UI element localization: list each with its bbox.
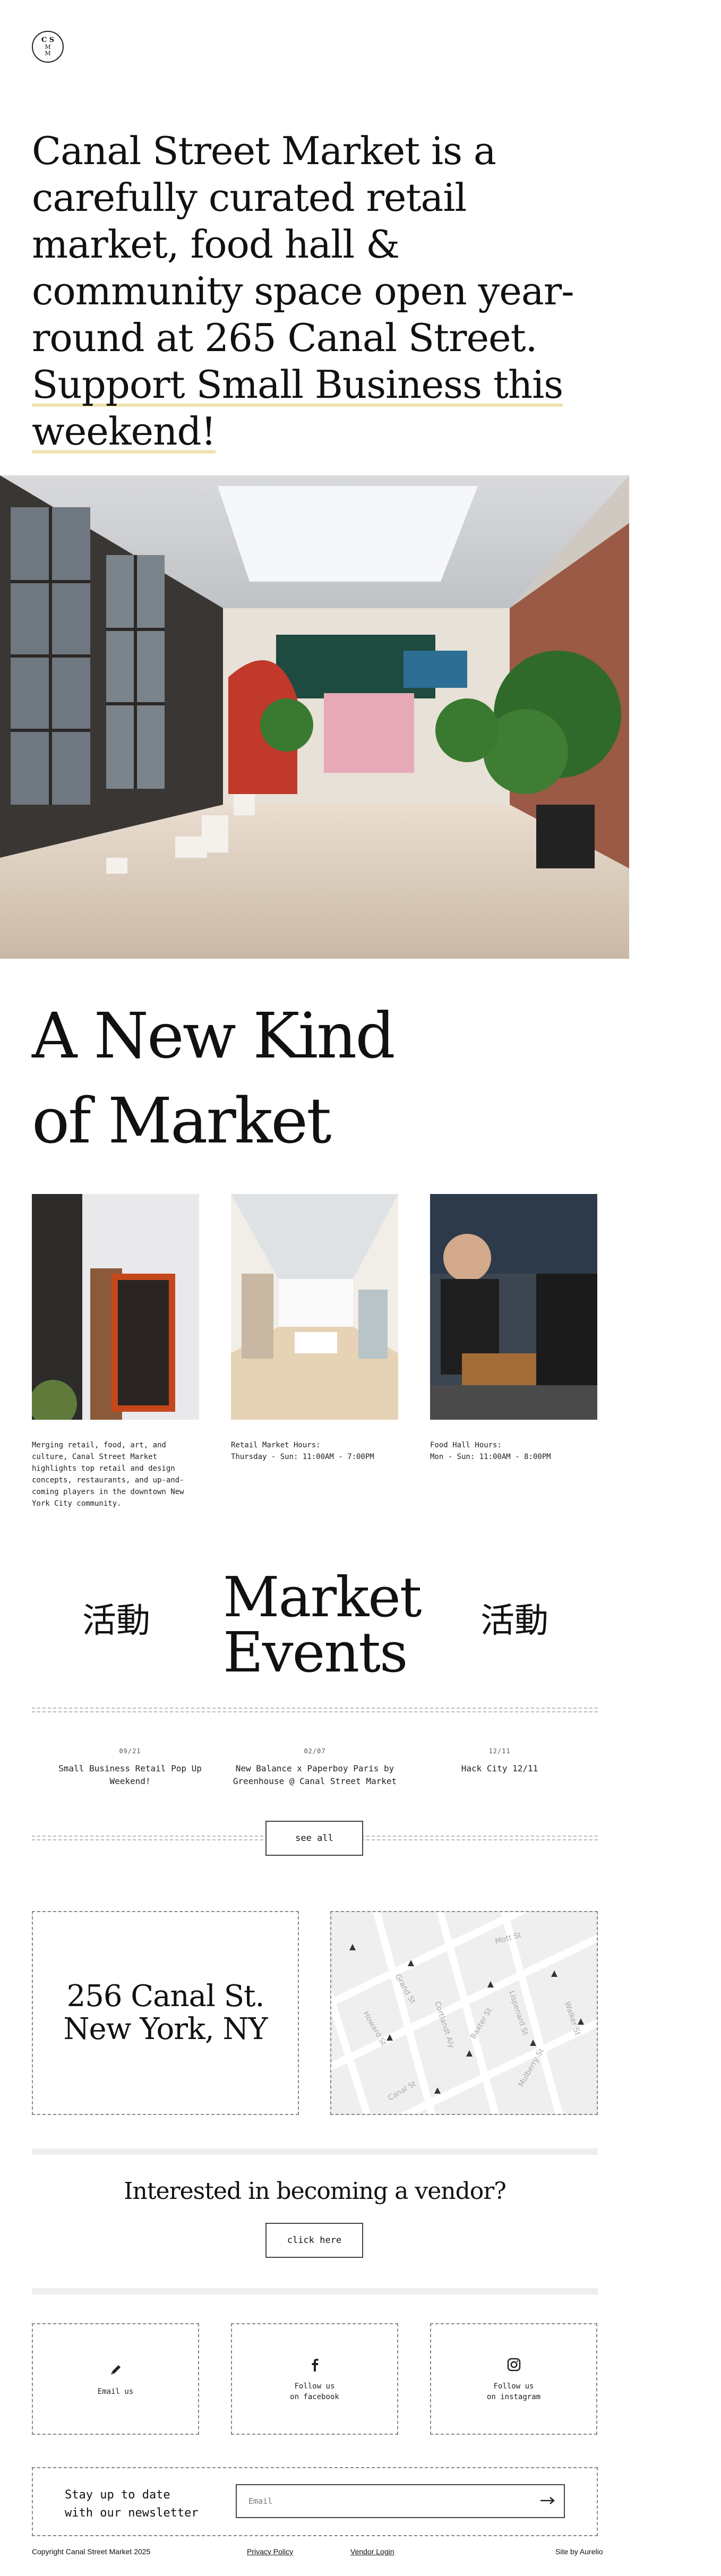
facebook-icon <box>307 2356 323 2374</box>
location-map[interactable]: Grand St Howard St Canal St Lispenard St… <box>330 1911 598 2115</box>
event-name[interactable]: New Balance x Paperboy Paris by Greenhou… <box>227 1762 402 1788</box>
retail-market-photo <box>231 1194 398 1420</box>
pencil-icon <box>108 2361 124 2379</box>
instagram-label-line2: on instagram <box>486 2393 541 2401</box>
retail-hours-label: Retail Market Hours: <box>231 1441 321 1449</box>
canal-street-sign-photo <box>32 1194 199 1420</box>
address-box: 256 Canal St. New York, NY <box>32 1911 299 2115</box>
email-us-link[interactable]: Email us <box>32 2323 199 2435</box>
retail-market-illustration <box>231 1194 398 1420</box>
hero-intro-text: Canal Street Market is a carefully curat… <box>32 127 611 455</box>
newsletter-input-wrapper <box>236 2484 565 2518</box>
event-name[interactable]: Small Business Retail Pop Up Weekend! <box>42 1762 218 1788</box>
facebook-label-line2: on facebook <box>290 2393 339 2401</box>
logo-letters-bottom: M <box>45 50 51 57</box>
food-hall-illustration <box>430 1194 597 1420</box>
address-line2: New York, NY <box>63 2012 268 2046</box>
site-credit-link[interactable]: Site by Aurelio <box>555 2547 603 2556</box>
event-item[interactable]: 12/11 Hack City 12/11 <box>412 1747 587 1775</box>
section-title-line2: of Market <box>32 1084 332 1157</box>
section-title: A New Kind of Market <box>32 993 396 1163</box>
event-date: 12/11 <box>488 1747 511 1755</box>
event-item[interactable]: 09/21 Small Business Retail Pop Up Weeke… <box>42 1747 218 1788</box>
become-vendor-button[interactable]: click here <box>265 2223 363 2258</box>
vendor-login-link[interactable]: Vendor Login <box>350 2547 394 2556</box>
newsletter-label-line1: Stay up to date <box>65 2488 170 2502</box>
instagram-icon <box>506 2356 522 2374</box>
instagram-link[interactable]: Follow us on instagram <box>430 2323 597 2435</box>
newsletter-email-input[interactable] <box>237 2485 523 2517</box>
see-all-events-button[interactable]: see all <box>265 1821 363 1856</box>
events-title-line1: Market <box>223 1565 422 1630</box>
market-interior-illustration <box>0 475 629 959</box>
address-line1: 256 Canal St. <box>66 1979 265 2014</box>
food-hall-photo <box>430 1194 597 1420</box>
footer-copyright: Copyright Canal Street Market 2025 <box>32 2547 151 2556</box>
newsletter-label-line2: with our newsletter <box>65 2506 199 2520</box>
events-chinese-right: 活動 <box>480 1601 548 1641</box>
events-title: Market Events <box>223 1565 422 1685</box>
event-item[interactable]: 02/07 New Balance x Paperboy Paris by Gr… <box>227 1747 402 1788</box>
event-name[interactable]: Hack City 12/11 <box>412 1762 587 1775</box>
section-bar-bottom <box>32 2288 598 2294</box>
market-description: Merging retail, food, art, and culture, … <box>32 1441 184 1508</box>
site-logo[interactable]: C S M M <box>32 31 64 63</box>
canal-street-sign-illustration <box>32 1194 199 1420</box>
retail-hours: Retail Market Hours: Thursday - Sun: 11:… <box>231 1439 401 1463</box>
event-date: 02/07 <box>304 1747 326 1755</box>
events-divider-top <box>32 1708 598 1712</box>
facebook-link[interactable]: Follow us on facebook <box>231 2323 398 2435</box>
instagram-label-line1: Follow us <box>493 2382 534 2391</box>
facebook-label-line1: Follow us <box>294 2382 335 2391</box>
event-date: 09/21 <box>119 1747 141 1755</box>
logo-letters-top: C S <box>41 36 55 44</box>
market-interior-photo <box>0 475 629 959</box>
privacy-policy-link[interactable]: Privacy Policy <box>247 2547 293 2556</box>
newsletter-signup: Stay up to date with our newsletter <box>32 2467 598 2536</box>
hero-intro-main: Canal Street Market is a carefully curat… <box>32 129 574 360</box>
newsletter-label: Stay up to date with our newsletter <box>65 2486 199 2522</box>
food-hall-hours-value: Mon - Sun: 11:00AM - 8:00PM <box>430 1453 551 1461</box>
submit-arrow-icon[interactable] <box>538 2493 556 2509</box>
section-bar-top <box>32 2148 598 2155</box>
retail-hours-value: Thursday - Sun: 11:00AM - 7:00PM <box>231 1453 374 1461</box>
hero-intro-highlight-link[interactable]: Support Small Business this weekend! <box>32 362 563 454</box>
map-illustration: Grand St Howard St Canal St Lispenard St… <box>331 1912 597 2114</box>
section-title-line1: A New Kind <box>32 999 396 1072</box>
email-us-label: Email us <box>97 2387 134 2396</box>
food-hall-hours-label: Food Hall Hours: <box>430 1441 502 1449</box>
events-chinese-left: 活動 <box>82 1601 150 1641</box>
vendor-question: Interested in becoming a vendor? <box>124 2178 507 2205</box>
events-title-line2: Events <box>223 1620 408 1685</box>
food-hall-hours: Food Hall Hours: Mon - Sun: 11:00AM - 8:… <box>430 1439 600 1463</box>
